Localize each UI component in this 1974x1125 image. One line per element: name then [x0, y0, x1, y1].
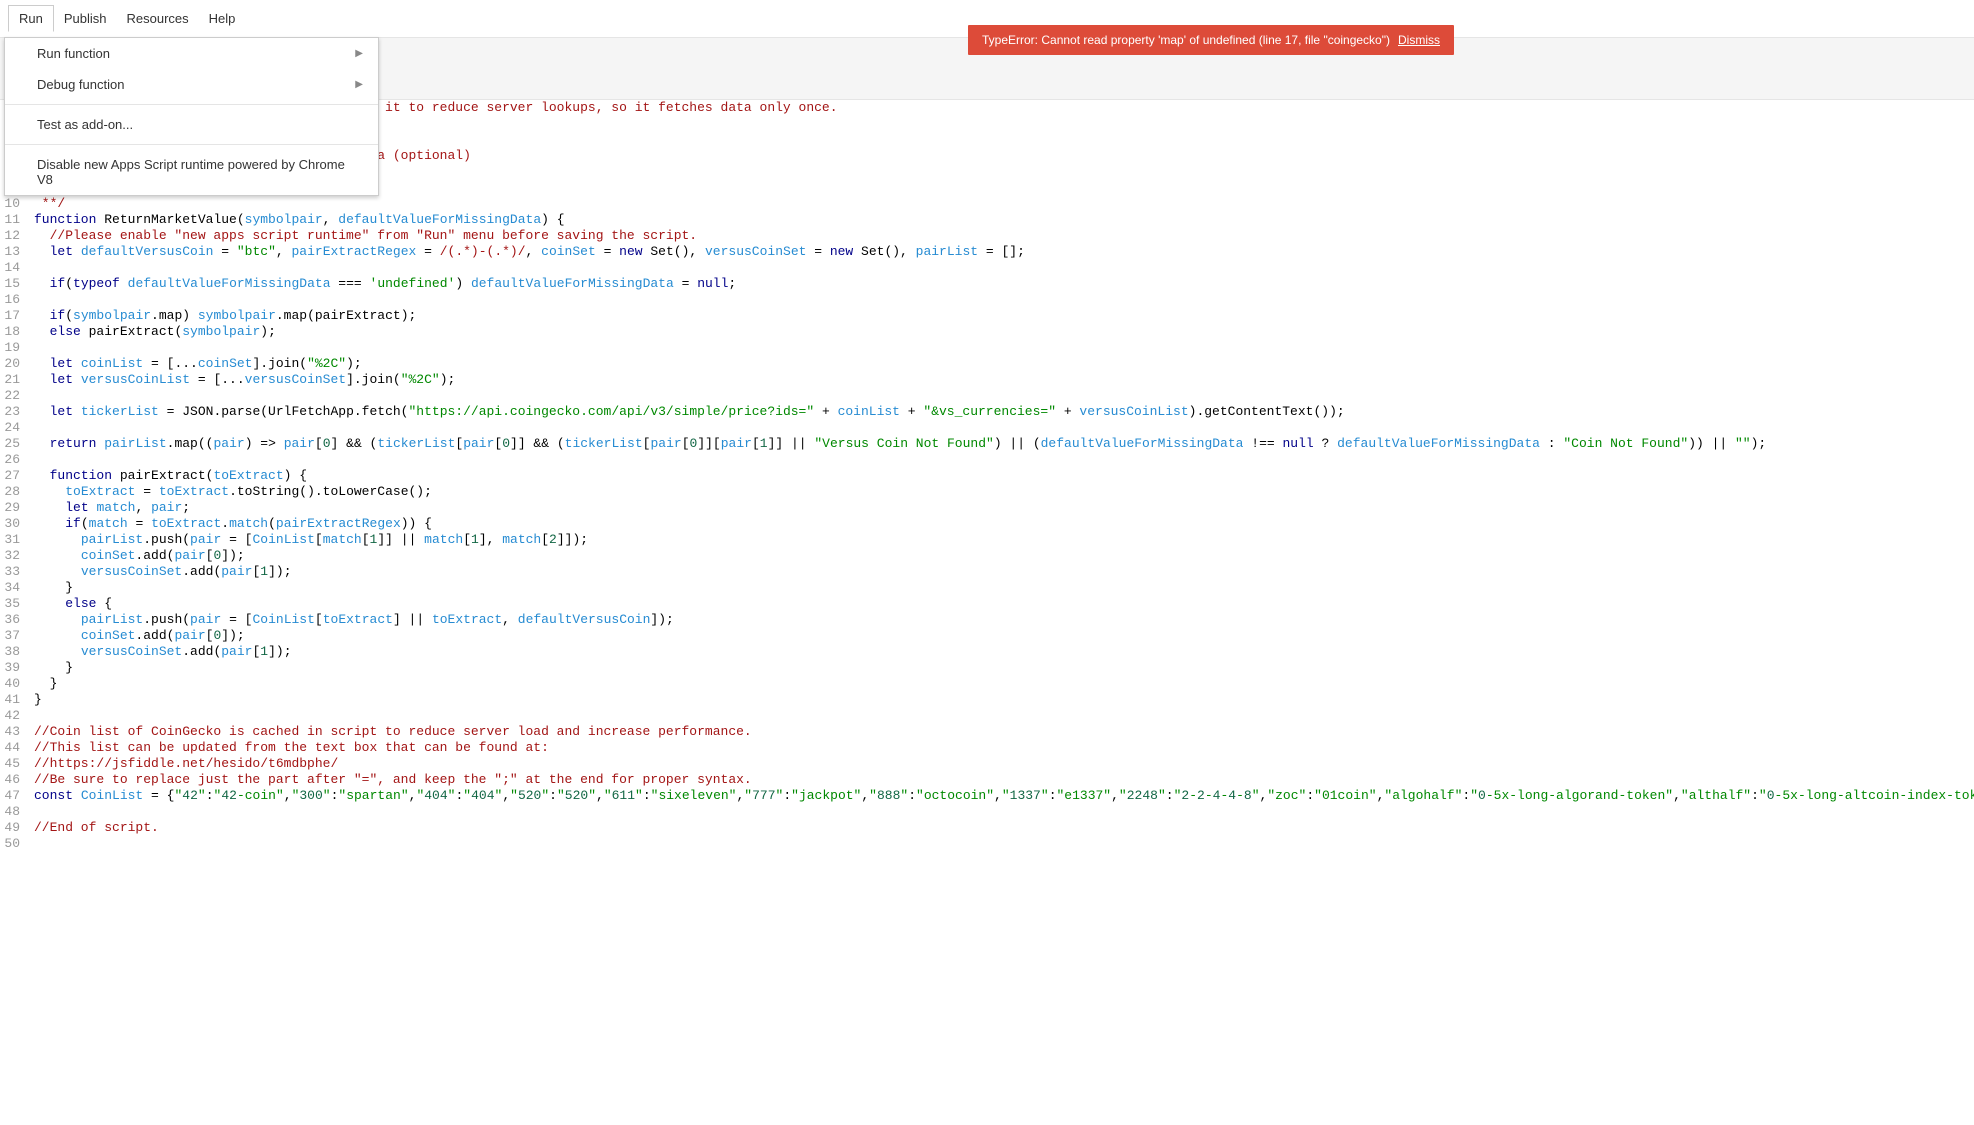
- error-dismiss-link[interactable]: Dismiss: [1398, 33, 1440, 47]
- menu-separator: [5, 144, 378, 145]
- code-content[interactable]: it to reduce server lookups, so it fetch…: [26, 100, 1974, 852]
- menu-publish[interactable]: Publish: [54, 6, 117, 31]
- code-editor[interactable]: 4567891011121314151617181920212223242526…: [0, 100, 1974, 1125]
- menu-resources[interactable]: Resources: [117, 6, 199, 31]
- menu-test-addon[interactable]: Test as add-on...: [5, 109, 378, 140]
- error-banner: TypeError: Cannot read property 'map' of…: [968, 25, 1454, 55]
- menu-disable-v8[interactable]: Disable new Apps Script runtime powered …: [5, 149, 378, 195]
- menu-run-function[interactable]: Run function ▶: [5, 38, 378, 69]
- menu-test-addon-label: Test as add-on...: [37, 117, 133, 132]
- chevron-right-icon: ▶: [355, 48, 363, 59]
- menu-debug-function[interactable]: Debug function ▶: [5, 69, 378, 100]
- run-menu-dropdown: Run function ▶ Debug function ▶ Test as …: [4, 37, 379, 196]
- menu-separator: [5, 104, 378, 105]
- line-gutter: 4567891011121314151617181920212223242526…: [0, 100, 26, 852]
- menu-help[interactable]: Help: [199, 6, 246, 31]
- error-message: TypeError: Cannot read property 'map' of…: [982, 33, 1390, 47]
- menu-debug-function-label: Debug function: [37, 77, 124, 92]
- menu-run-function-label: Run function: [37, 46, 110, 61]
- menu-run[interactable]: Run: [8, 5, 54, 32]
- chevron-right-icon: ▶: [355, 79, 363, 90]
- menu-disable-v8-label: Disable new Apps Script runtime powered …: [37, 157, 363, 187]
